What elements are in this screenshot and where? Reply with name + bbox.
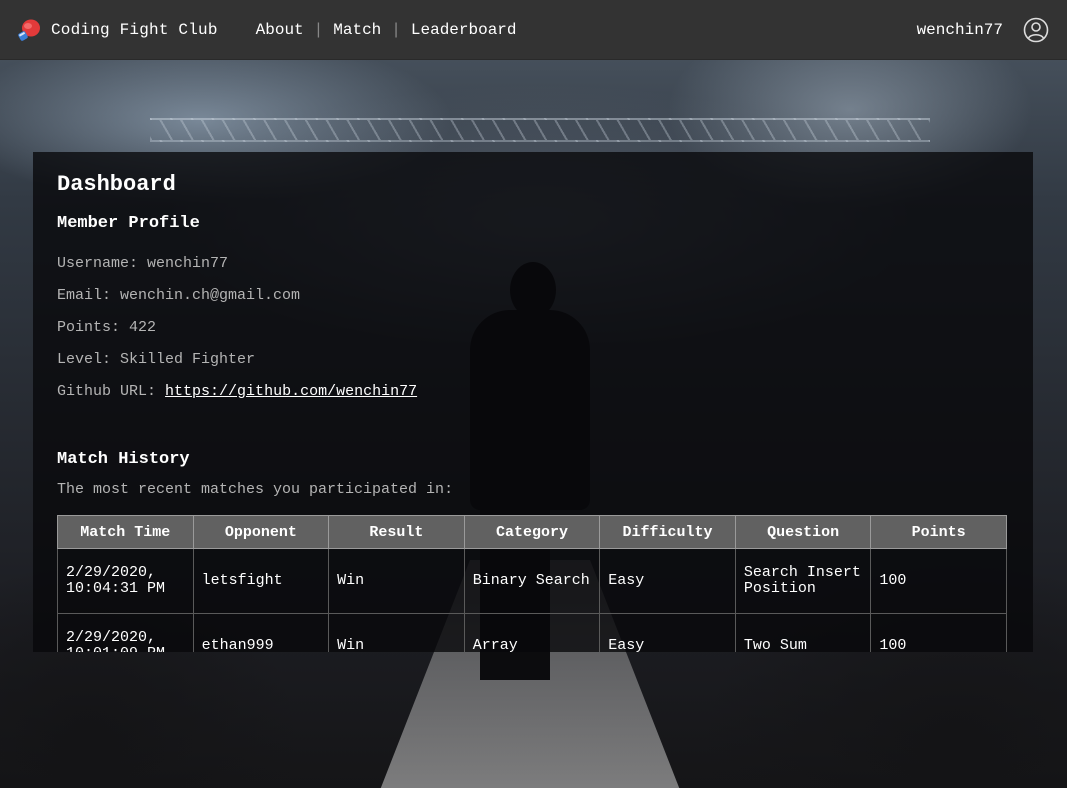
nav-separator: | — [313, 20, 324, 39]
brand-name[interactable]: Coding Fight Club — [51, 21, 218, 39]
level-value: Skilled Fighter — [120, 351, 256, 368]
email-label: Email: — [57, 287, 112, 304]
table-row[interactable]: 2/29/2020, 10:01:09 PM ethan999 Win Arra… — [57, 613, 1007, 652]
cell-question: Two Sum — [734, 613, 872, 652]
profile-username: Username: wenchin77 — [57, 248, 1009, 280]
column-header-opponent[interactable]: Opponent — [192, 515, 330, 549]
table-row[interactable]: 2/29/2020, 10:04:31 PM letsfight Win Bin… — [57, 548, 1007, 614]
email-value: wenchin.ch@gmail.com — [120, 287, 301, 304]
cell-difficulty: Easy — [599, 613, 736, 652]
username-value: wenchin77 — [147, 255, 229, 272]
cell-question: Search Insert Position — [734, 548, 872, 614]
cell-category: Binary Search — [463, 548, 601, 614]
nav-link-about[interactable]: About — [256, 21, 304, 39]
cell-match-time: 2/29/2020, 10:01:09 PM — [57, 613, 194, 652]
cell-opponent: letsfight — [192, 548, 330, 614]
cell-difficulty: Easy — [599, 548, 736, 614]
column-header-points[interactable]: Points — [870, 515, 1007, 549]
nav-separator: | — [391, 20, 401, 39]
cell-result: Win — [328, 548, 465, 614]
user-circle-icon[interactable] — [1023, 17, 1049, 43]
profile-points: Points: 422 — [57, 312, 1009, 344]
brand[interactable]: Coding Fight Club — [16, 17, 218, 43]
cell-result: Win — [328, 613, 465, 652]
page-title: Dashboard — [57, 172, 176, 197]
nav-link-match[interactable]: Match — [333, 21, 381, 39]
profile-email: Email: wenchin.ch@gmail.com — [57, 280, 1009, 312]
match-history-heading: Match History — [57, 450, 190, 469]
column-header-difficulty[interactable]: Difficulty — [599, 515, 736, 549]
points-label: Points: — [57, 319, 121, 336]
github-link[interactable]: https://github.com/wenchin77 — [165, 383, 417, 400]
dashboard-panel: Dashboard Member Profile Username: wench… — [33, 152, 1033, 652]
top-navbar: Coding Fight Club About | Match | Leader… — [0, 0, 1067, 60]
cell-points: 100 — [870, 613, 1007, 652]
cell-points: 100 — [870, 548, 1007, 614]
lighting-truss — [150, 118, 930, 142]
profile-level: Level: Skilled Fighter — [57, 344, 1009, 376]
cell-category: Array — [463, 613, 601, 652]
cell-match-time: 2/29/2020, 10:04:31 PM — [57, 548, 194, 614]
match-history-subtitle: The most recent matches you participated… — [57, 481, 454, 498]
boxing-glove-icon — [16, 17, 42, 43]
cell-opponent: ethan999 — [192, 613, 330, 652]
nav-links: About | Match | Leaderboard — [256, 21, 517, 39]
username-label: Username: — [57, 255, 139, 272]
column-header-result[interactable]: Result — [328, 515, 465, 549]
github-label: Github URL: — [57, 383, 157, 400]
nav-username[interactable]: wenchin77 — [917, 21, 1003, 39]
column-header-category[interactable]: Category — [463, 515, 601, 549]
profile-github: Github URL: https://github.com/wenchin77 — [57, 376, 1009, 408]
nav-user-area: wenchin77 — [917, 0, 1049, 59]
level-label: Level: — [57, 351, 112, 368]
points-value: 422 — [129, 319, 157, 336]
column-header-question[interactable]: Question — [734, 515, 872, 549]
match-history-table: Match Time Opponent Result Category Diff… — [57, 515, 1007, 652]
member-profile-heading: Member Profile — [57, 214, 200, 233]
table-header-row: Match Time Opponent Result Category Diff… — [57, 515, 1007, 549]
nav-link-leaderboard[interactable]: Leaderboard — [411, 21, 517, 39]
column-header-match-time[interactable]: Match Time — [57, 515, 194, 549]
